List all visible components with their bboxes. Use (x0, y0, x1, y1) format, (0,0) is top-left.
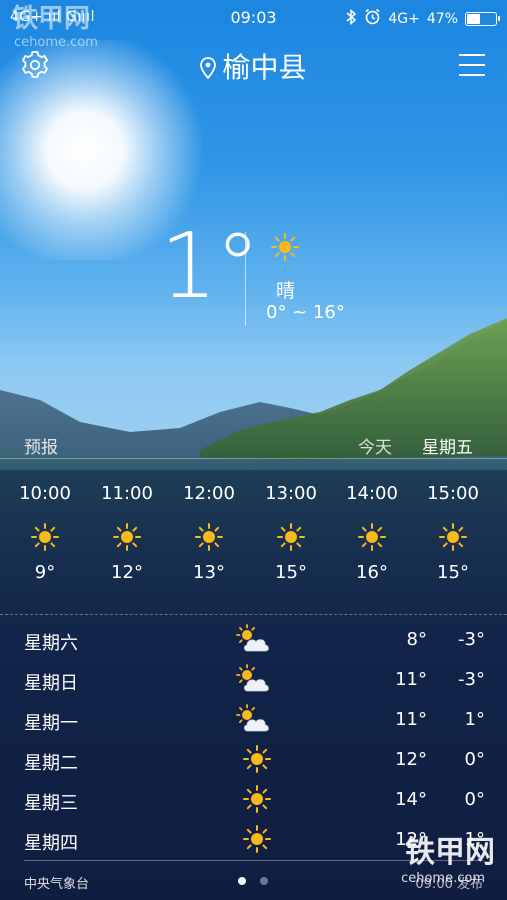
hour-temp: 15° (437, 562, 469, 583)
day-high: 14° (395, 789, 427, 810)
bluetooth-icon (345, 8, 357, 29)
page-dot-active[interactable] (238, 877, 246, 885)
hour-temp: 15° (275, 562, 307, 583)
partly-cloudy-icon (236, 664, 272, 694)
watermark-site-bottom: cehome.com (401, 871, 485, 886)
sun-icon (194, 522, 224, 552)
partly-cloudy-icon (236, 624, 272, 654)
hour-time: 10:00 (19, 483, 71, 504)
hour-time: 11:00 (101, 483, 153, 504)
day-high: 11° (395, 709, 427, 730)
day-name: 星期四 (24, 833, 78, 854)
hour-time: 15:00 (427, 483, 479, 504)
sun-icon (236, 824, 272, 854)
day-low: 0° (464, 749, 485, 770)
day-row: 星期六 8° -3° (0, 620, 507, 660)
partly-cloudy-icon (236, 704, 272, 734)
forecast-header: 预报 今天 星期五 (0, 430, 507, 460)
day-name: 星期二 (24, 753, 78, 774)
sun-icon (270, 232, 300, 262)
network-label: 4G+ (388, 10, 420, 27)
menu-button[interactable] (459, 54, 485, 76)
page-indicator[interactable] (238, 877, 268, 885)
weather-app: 4G+ ııl Gıııl 09:03 4G+ 47% 铁甲网 cehome.c… (0, 0, 507, 900)
hour-item: 10:00 9° (4, 480, 86, 583)
day-name: 星期三 (24, 793, 78, 814)
sun-icon (236, 784, 272, 814)
day-low: 1° (464, 709, 485, 730)
watermark-logo-bottom: 铁甲网 (405, 835, 495, 870)
sun-icon (276, 522, 306, 552)
hour-item: 15:00 15° (412, 480, 494, 583)
hour-item: 11:00 12° (86, 480, 168, 583)
day-row: 星期日 11° -3° (0, 660, 507, 700)
current-condition: 晴 (276, 280, 296, 302)
current-temp-range: 0° ~ 16° (266, 302, 345, 323)
day-name: 星期一 (24, 713, 78, 734)
alarm-icon (364, 8, 381, 29)
location-title[interactable]: 榆中县 (0, 46, 507, 86)
hour-item: 12:00 13° (168, 480, 250, 583)
hour-item: 13:00 15° (250, 480, 332, 583)
day-high: 12° (395, 749, 427, 770)
current-temperature: 1° (160, 214, 260, 319)
data-source: 中央气象台 (24, 877, 90, 892)
day-row: 星期三 14° 0° (0, 780, 507, 820)
current-divider (245, 232, 246, 326)
sun-icon (30, 522, 60, 552)
status-right-group: 4G+ 47% (345, 8, 500, 29)
day-low: -3° (458, 669, 485, 690)
forecast-title: 预报 (24, 438, 58, 458)
hour-temp: 13° (193, 562, 225, 583)
hour-time: 13:00 (265, 483, 317, 504)
menu-icon-line (459, 74, 485, 76)
day-name: 星期六 (24, 633, 78, 654)
hour-temp: 9° (34, 562, 56, 583)
today-label: 今天 (358, 438, 392, 458)
battery-fill (467, 13, 480, 24)
day-high: 11° (395, 669, 427, 690)
location-pin-icon (200, 53, 217, 86)
sun-icon (357, 522, 387, 552)
sun-icon (236, 744, 272, 774)
hour-temp: 16° (356, 562, 388, 583)
hourly-forecast[interactable]: 10:00 9° 11:00 12° 12:00 13° 13:00 15° 1… (0, 480, 507, 600)
hourly-divider (0, 614, 507, 615)
day-low: 0° (464, 789, 485, 810)
location-name: 榆中县 (222, 51, 307, 84)
day-row: 星期二 12° 0° (0, 740, 507, 780)
battery-icon (465, 11, 500, 26)
battery-percent: 47% (426, 10, 458, 27)
forecast-divider (0, 458, 507, 459)
menu-icon-line (459, 64, 485, 66)
hour-item: 14:00 16° (331, 480, 413, 583)
day-row: 星期一 11° 1° (0, 700, 507, 740)
sun-icon (112, 522, 142, 552)
watermark-logo-top: 铁甲网 (12, 4, 91, 34)
menu-icon-line (459, 54, 485, 56)
weekday-label: 星期五 (422, 438, 473, 458)
day-low: -3° (458, 629, 485, 650)
sun-icon (438, 522, 468, 552)
day-name: 星期日 (24, 673, 78, 694)
day-high: 8° (406, 629, 427, 650)
page-dot[interactable] (260, 877, 268, 885)
hour-temp: 12° (111, 562, 143, 583)
hour-time: 14:00 (346, 483, 398, 504)
hour-time: 12:00 (183, 483, 235, 504)
